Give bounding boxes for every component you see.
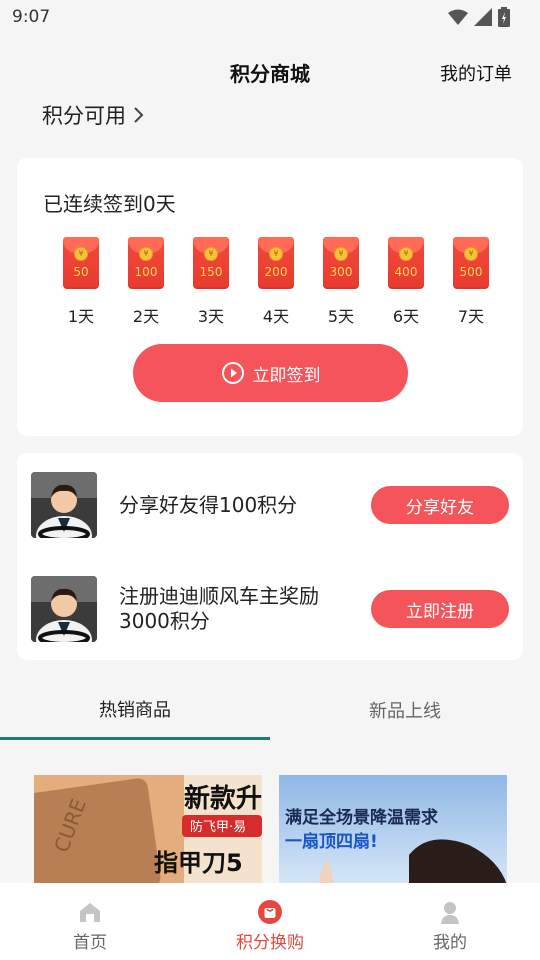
task-description: 注册迪迪顺风车主奖励3000积分 (119, 584, 319, 633)
coin-icon: ¥ (464, 247, 478, 261)
day-label: 4天 (262, 307, 290, 326)
signal-icon (474, 8, 492, 26)
red-envelope-icon: ¥ 150 (193, 237, 229, 289)
coin-icon: ¥ (269, 247, 283, 261)
coin-icon: ¥ (399, 247, 413, 261)
battery-icon (498, 7, 510, 27)
envelope-amount: 50 (73, 265, 89, 279)
envelope-amount: 150 (199, 265, 223, 279)
status-time: 9:07 (12, 7, 51, 27)
wifi-icon (448, 9, 468, 25)
coin-icon: ¥ (74, 247, 88, 261)
red-envelope-icon: ¥ 100 (128, 237, 164, 289)
signin-day: ¥ 400 6天 (386, 237, 426, 327)
nav-profile[interactable]: 我的 (360, 883, 540, 960)
coin-icon: ¥ (139, 247, 153, 261)
product-card[interactable]: 满足全场景降温需求 一扇顶四扇! (279, 775, 507, 885)
product-tabs: 热销商品 新品上线 (0, 680, 540, 742)
coin-icon: ¥ (204, 247, 218, 261)
page-header: 积分商城 我的订单 (0, 50, 540, 94)
signin-streak-title: 已连续签到0天 (43, 192, 176, 216)
envelope-amount: 400 (394, 265, 418, 279)
signin-day: ¥ 50 1天 (61, 237, 101, 327)
task-row-register: 注册迪迪顺风车主奖励3000积分 立即注册 (31, 576, 509, 642)
chevron-right-icon (134, 107, 144, 123)
share-friends-button[interactable]: 分享好友 (371, 486, 509, 524)
signin-day: ¥ 100 2天 (126, 237, 166, 327)
status-bar: 9:07 (0, 0, 540, 34)
signin-now-button[interactable]: 立即签到 (133, 344, 408, 402)
signin-card: 已连续签到0天 ¥ 50 1天 ¥ 100 2天 ¥ 150 3天 ¥ 200 … (17, 158, 523, 436)
day-label: 6天 (392, 307, 420, 326)
driver-avatar (31, 472, 97, 538)
day-label: 2天 (132, 307, 160, 326)
play-circle-icon (221, 362, 244, 384)
banner-line3: 指甲刀5 (154, 849, 243, 877)
signin-day: ¥ 300 5天 (321, 237, 361, 327)
nav-profile-label: 我的 (433, 933, 467, 953)
profile-icon (441, 902, 459, 924)
day-label: 7天 (457, 307, 485, 326)
nav-home-label: 首页 (73, 933, 107, 953)
signin-day: ¥ 200 4天 (256, 237, 296, 327)
product-card[interactable]: CURE 新款升 防飞甲·易 指甲刀5 (34, 775, 262, 885)
tasks-card: 分享好友得100积分 分享好友 注册迪迪顺风车主奖励3000积分 立即注册 (17, 453, 523, 660)
red-envelope-icon: ¥ 500 (453, 237, 489, 289)
coin-icon: ¥ (334, 247, 348, 261)
day-label: 3天 (197, 307, 225, 326)
tab-hot-products[interactable]: 热销商品 (0, 680, 270, 740)
points-available-label: 积分可用 (42, 104, 126, 128)
signin-day: ¥ 150 3天 (191, 237, 231, 327)
envelope-amount: 300 (329, 265, 353, 279)
day-label: 5天 (327, 307, 355, 326)
red-envelope-icon: ¥ 400 (388, 237, 424, 289)
banner-line1: 满足全场景降温需求 (285, 807, 438, 828)
nav-home[interactable]: 首页 (0, 883, 180, 960)
register-now-button[interactable]: 立即注册 (371, 590, 509, 628)
red-envelope-icon: ¥ 50 (63, 237, 99, 289)
envelope-amount: 100 (134, 265, 158, 279)
banner-line1: 新款升 (184, 783, 262, 814)
red-envelope-icon: ¥ 200 (258, 237, 294, 289)
product-image: CURE 新款升 防飞甲·易 指甲刀5 (34, 775, 262, 885)
signin-day: ¥ 500 7天 (451, 237, 491, 327)
my-orders-link[interactable]: 我的订单 (440, 60, 512, 86)
day-label: 1天 (67, 307, 95, 326)
status-icons (448, 7, 510, 27)
nav-points-exchange[interactable]: 积分换购 (180, 883, 360, 960)
task-row-share: 分享好友得100积分 分享好友 (31, 472, 509, 538)
product-image: 满足全场景降温需求 一扇顶四扇! (279, 775, 507, 885)
task-description: 分享好友得100积分 (119, 492, 298, 517)
home-icon (80, 903, 100, 922)
bottom-nav: 首页 积分换购 我的 (0, 883, 540, 960)
banner-line2: 防飞甲·易 (190, 819, 246, 835)
envelope-amount: 500 (459, 265, 483, 279)
red-envelope-icon: ¥ 300 (323, 237, 359, 289)
driver-avatar (31, 576, 97, 642)
banner-line2: 一扇顶四扇! (285, 831, 378, 852)
page-title: 积分商城 (230, 61, 310, 86)
shop-bag-icon (258, 900, 282, 924)
tab-new-products[interactable]: 新品上线 (270, 680, 540, 740)
signin-days: ¥ 50 1天 ¥ 100 2天 ¥ 150 3天 ¥ 200 4天 ¥ 300… (61, 237, 491, 327)
envelope-amount: 200 (264, 265, 288, 279)
signin-now-label: 立即签到 (252, 365, 321, 386)
nav-points-exchange-label: 积分换购 (236, 933, 304, 953)
points-available-link[interactable]: 积分可用 (42, 100, 146, 130)
